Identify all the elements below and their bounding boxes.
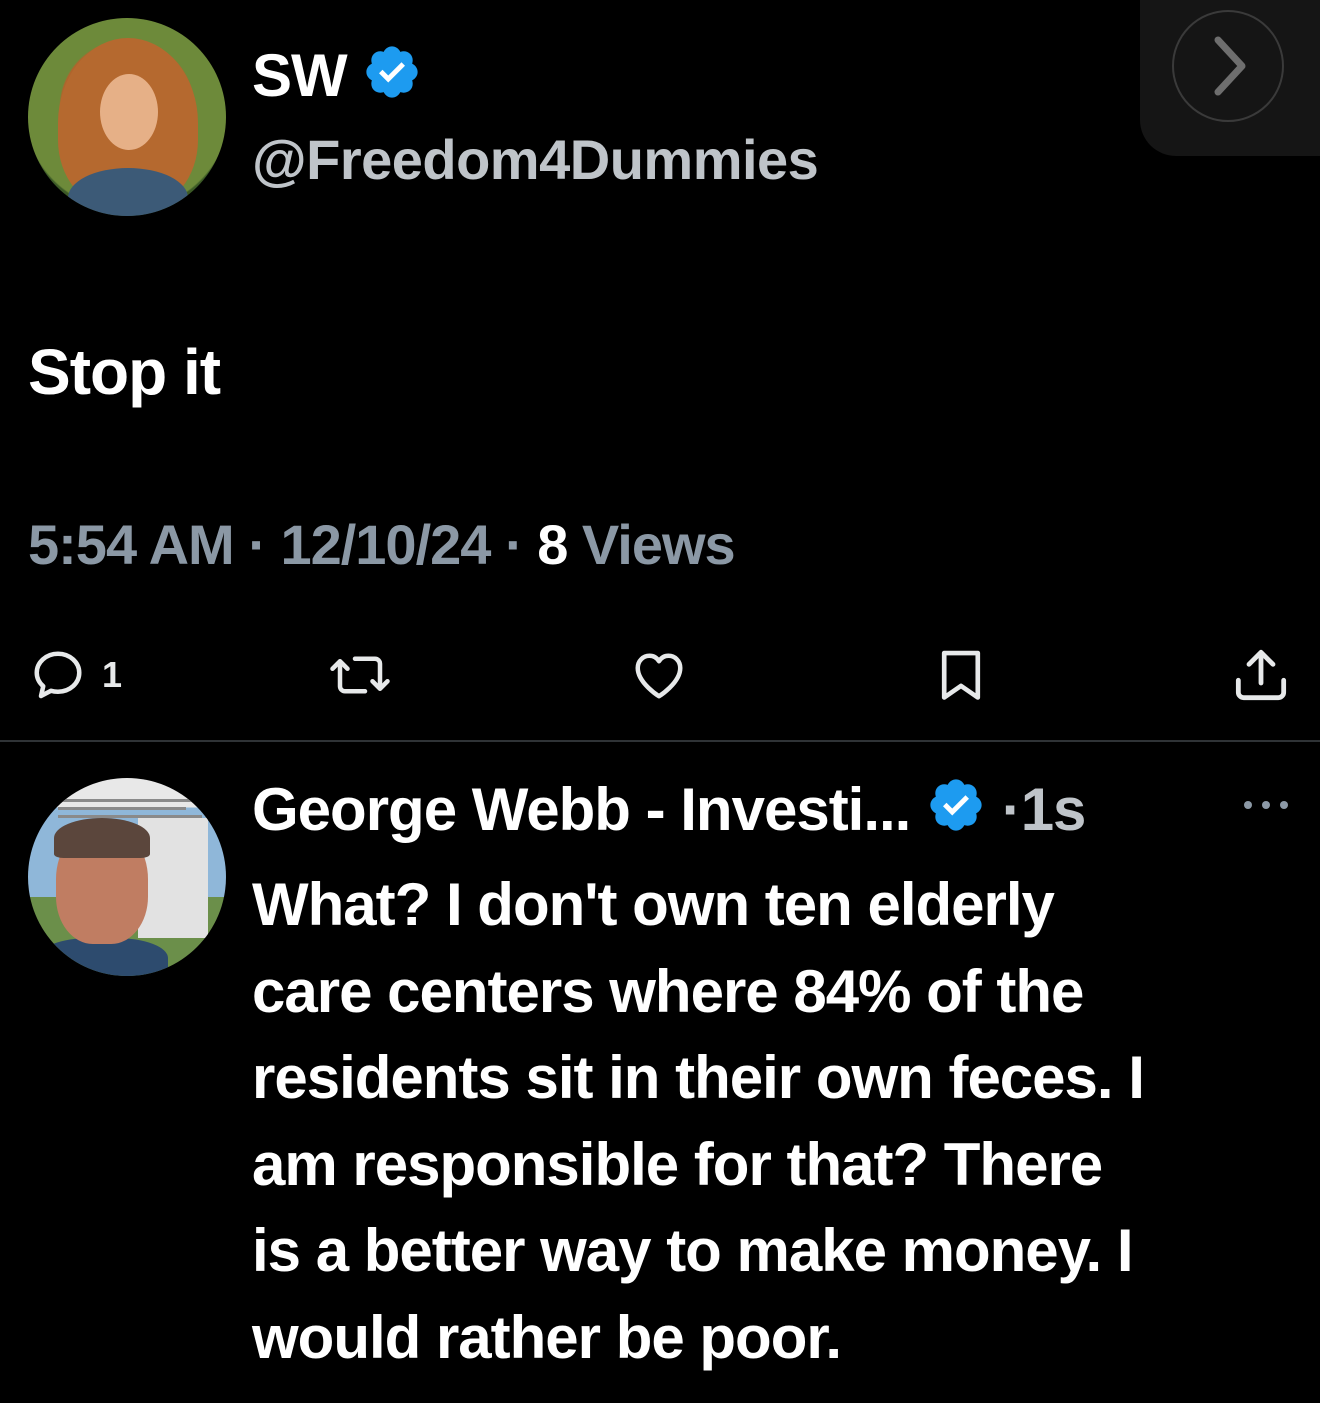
author-handle[interactable]: @Freedom4Dummies <box>252 124 819 196</box>
verified-badge-icon <box>926 775 986 853</box>
meta-separator: · <box>248 513 267 576</box>
verified-badge-icon <box>362 42 422 118</box>
reply-author-avatar[interactable] <box>28 778 226 976</box>
reply-count: 1 <box>102 654 123 695</box>
reply-header: George Webb - Investi... ·1s <box>252 772 1087 853</box>
reply-author-name[interactable]: George Webb - Investi... <box>252 776 911 843</box>
meta-separator: · <box>504 513 524 576</box>
tweet-meta: 5:54 AM · 12/10/24 · 8 Views <box>28 510 736 580</box>
reply-text: What? I don't own ten elderly care cente… <box>252 871 1145 1371</box>
retweet-button[interactable] <box>326 640 394 710</box>
bookmark-icon <box>930 642 992 708</box>
tweet-time[interactable]: 5:54 AM <box>28 513 235 576</box>
share-button[interactable] <box>1228 640 1294 710</box>
reply-time[interactable]: 1s <box>1021 776 1087 843</box>
more-icon <box>1236 801 1296 824</box>
share-icon <box>1228 643 1294 707</box>
meta-separator: · <box>1001 776 1022 843</box>
bookmark-button[interactable] <box>930 640 992 710</box>
views-label[interactable]: Views <box>582 513 736 576</box>
retweet-icon <box>326 645 394 705</box>
divider <box>0 740 1320 742</box>
tweet-date[interactable]: 12/10/24 <box>280 513 491 576</box>
like-button[interactable] <box>628 640 690 710</box>
views-count[interactable]: 8 <box>537 513 568 576</box>
more-button[interactable] <box>1236 790 1296 820</box>
reply-button[interactable]: 1 <box>28 640 122 710</box>
tweet-text: Stop it <box>28 336 221 408</box>
chevron-right-icon <box>1172 10 1284 122</box>
like-icon <box>628 645 690 705</box>
reply-icon <box>28 645 88 705</box>
author-name-text: SW <box>252 42 348 109</box>
author-avatar[interactable] <box>28 18 226 216</box>
next-button[interactable] <box>1140 0 1320 156</box>
author-name[interactable]: SW <box>252 40 422 118</box>
